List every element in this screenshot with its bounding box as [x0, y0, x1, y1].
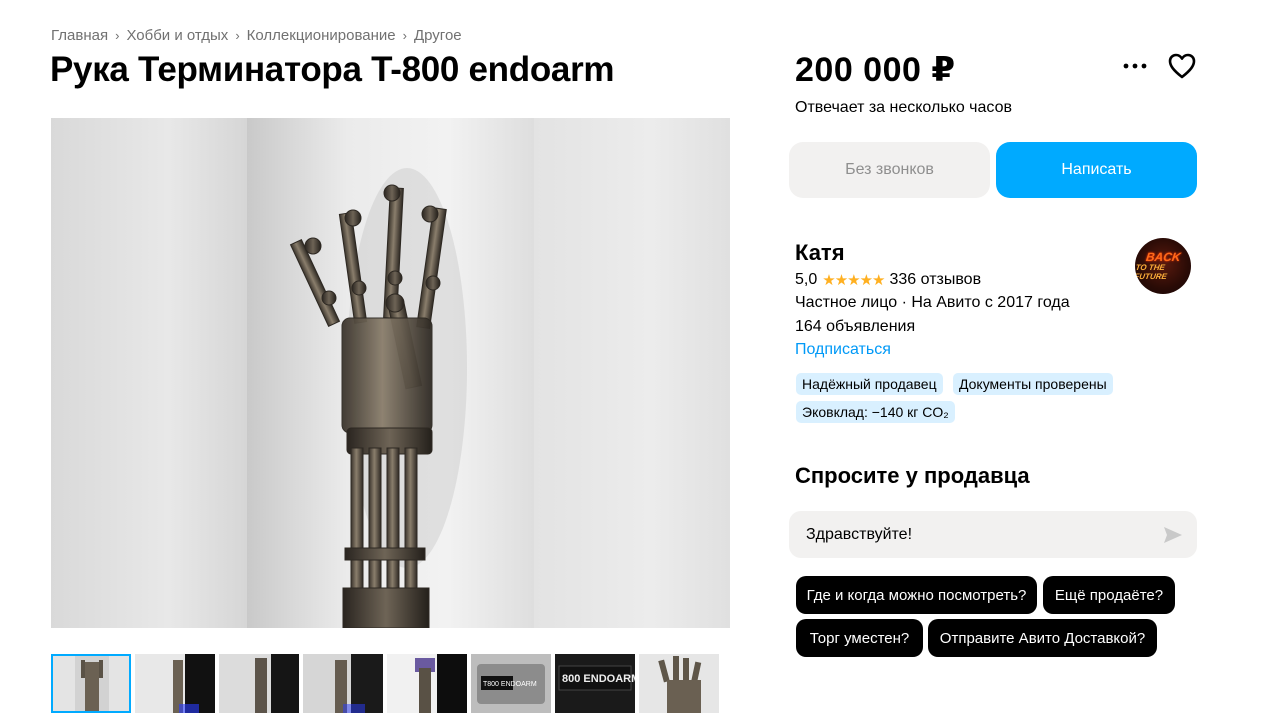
quick-question-bargain[interactable]: Торг уместен? [796, 619, 923, 657]
badge-documents-verified[interactable]: Документы проверены [953, 373, 1113, 395]
seller-ads-count[interactable]: 164 объявления [795, 318, 915, 336]
write-message-button[interactable]: Написать [996, 142, 1197, 198]
breadcrumb-separator: › [115, 27, 120, 43]
message-input[interactable]: Здравствуйте! [789, 511, 1197, 558]
breadcrumb: Главная › Хобби и отдых › Коллекциониров… [51, 25, 462, 45]
thumbnail-strip: T800 ENDOARM 800 ENDOARM [51, 654, 719, 713]
badge-reliable-seller[interactable]: Надёжный продавец [796, 373, 943, 395]
quick-question-where-when[interactable]: Где и когда можно посмотреть? [796, 576, 1037, 614]
breadcrumb-separator: › [235, 27, 240, 43]
avatar-subtext: TO THE FUTURE [1135, 263, 1168, 281]
avatar[interactable]: BACK TO THE FUTURE [1135, 238, 1191, 294]
thumbnail-5[interactable] [387, 654, 467, 713]
thumbnail-7[interactable]: 800 ENDOARM [555, 654, 635, 713]
breadcrumb-collecting[interactable]: Коллекционирование [247, 27, 396, 44]
ask-seller-title: Спросите у продавца [795, 463, 1030, 488]
price: 200 000 ₽ [795, 51, 956, 89]
badge-eco-contribution[interactable]: Эковклад: −140 кг CO₂ [796, 401, 955, 423]
photo-blur-right [534, 118, 730, 628]
thumbnail-6[interactable]: T800 ENDOARM [471, 654, 551, 713]
breadcrumb-hobby[interactable]: Хобби и отдых [126, 27, 228, 44]
reviews-link[interactable]: 336 отзывов [890, 271, 982, 289]
product-photo [247, 118, 534, 628]
message-input-value: Здравствуйте! [806, 525, 913, 543]
main-photo[interactable] [51, 118, 730, 628]
thumb-box-text: 800 ENDOARM [562, 673, 635, 685]
quick-question-delivery[interactable]: Отправите Авито Доставкой? [928, 619, 1157, 657]
breadcrumb-home[interactable]: Главная [51, 27, 108, 44]
favorite-button[interactable] [1166, 50, 1198, 82]
breadcrumb-separator: › [402, 27, 407, 43]
send-icon [1164, 527, 1182, 543]
response-time: Отвечает за несколько часов [795, 99, 1012, 116]
thumbnail-8[interactable] [639, 654, 719, 713]
rating-value: 5,0 [795, 271, 818, 288]
heart-icon [1168, 53, 1196, 79]
rating-stars-icon: ★★★★★ [822, 272, 885, 289]
thumbnail-1[interactable] [51, 654, 131, 713]
thumbnail-4[interactable] [303, 654, 383, 713]
photo-blur-left [51, 118, 247, 628]
quick-question-still-selling[interactable]: Ещё продаёте? [1043, 576, 1175, 614]
breadcrumb-other[interactable]: Другое [414, 27, 462, 44]
terminator-arm-image [289, 168, 467, 628]
send-button[interactable] [1161, 523, 1185, 547]
seller-rating: 5,0 ★★★★★ 336 отзывов [795, 271, 981, 289]
more-horizontal-icon [1123, 63, 1147, 69]
subscribe-link[interactable]: Подписаться [795, 341, 891, 359]
seller-name[interactable]: Катя [795, 240, 845, 266]
listing-title: Рука Терминатора T-800 endoarm [50, 50, 615, 89]
thumb-plate-text: T800 ENDOARM [483, 681, 537, 688]
thumbnail-2[interactable] [135, 654, 215, 713]
thumbnail-3[interactable] [219, 654, 299, 713]
avatar-text: BACK [1144, 250, 1182, 264]
more-button[interactable] [1120, 52, 1150, 80]
seller-type: Частное лицо · На Авито с 2017 года [795, 294, 1070, 311]
no-calls-button[interactable]: Без звонков [789, 142, 990, 198]
